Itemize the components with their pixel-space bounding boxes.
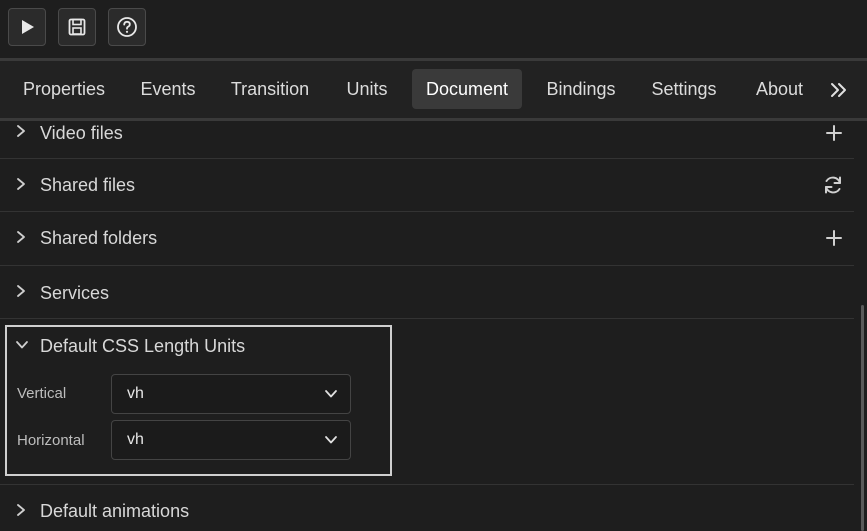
section-title: Services <box>40 283 110 303</box>
play-icon <box>22 20 34 34</box>
document-sections: Video files Shared files Shared folders <box>0 121 854 531</box>
section-title: Default animations <box>40 501 190 521</box>
section-title: Default CSS Length Units <box>40 336 246 356</box>
tab-document[interactable]: Document <box>412 69 522 109</box>
toolbar <box>0 0 867 58</box>
vertical-unit-select[interactable]: vh <box>111 374 351 414</box>
horizontal-label: Horizontal <box>17 432 85 449</box>
chevron-right-icon <box>17 125 25 137</box>
save-button[interactable] <box>58 8 96 46</box>
tabs-overflow-button[interactable] <box>828 79 850 101</box>
refresh-icon[interactable] <box>822 174 844 196</box>
tab-events[interactable]: Events <box>130 69 206 109</box>
select-value: vh <box>127 431 144 448</box>
section-default-css-length-units: Default CSS Length Units Vertical vh Hor… <box>5 325 392 476</box>
select-value: vh <box>127 385 144 402</box>
chevron-right-icon <box>17 231 25 243</box>
tab-transition[interactable]: Transition <box>219 69 321 109</box>
chevron-right-icon <box>17 504 25 516</box>
section-title: Video files <box>40 123 123 143</box>
tab-bindings[interactable]: Bindings <box>535 69 627 109</box>
double-chevron-right-icon <box>831 83 846 97</box>
section-title: Shared folders <box>40 228 158 248</box>
horizontal-unit-select[interactable]: vh <box>111 420 351 460</box>
section-shared-folders[interactable]: Shared folders <box>0 212 854 266</box>
chevron-down-icon <box>325 436 337 444</box>
chevron-right-icon <box>17 178 25 190</box>
section-video-files[interactable]: Video files <box>0 121 854 159</box>
chevron-down-icon <box>325 390 337 398</box>
section-services[interactable]: Services <box>0 266 854 319</box>
section-shared-files[interactable]: Shared files <box>0 159 854 212</box>
section-title: Shared files <box>40 175 136 195</box>
chevron-down-icon <box>16 341 28 349</box>
section-default-animations[interactable]: Default animations <box>0 485 854 531</box>
help-button[interactable] <box>108 8 146 46</box>
tab-about[interactable]: About <box>742 69 817 109</box>
tab-properties[interactable]: Properties <box>10 69 118 109</box>
tab-settings[interactable]: Settings <box>640 69 728 109</box>
help-icon <box>117 17 137 37</box>
save-icon <box>68 18 86 36</box>
plus-icon[interactable] <box>824 228 844 248</box>
vertical-label: Vertical <box>17 385 67 402</box>
play-button[interactable] <box>8 8 46 46</box>
scrollbar[interactable] <box>861 305 864 531</box>
tab-units[interactable]: Units <box>334 69 400 109</box>
tab-bar: Properties Events Transition Units Docum… <box>0 61 867 118</box>
plus-icon[interactable] <box>824 123 844 143</box>
section-header[interactable]: Default CSS Length Units <box>7 327 390 363</box>
chevron-right-icon <box>17 285 25 297</box>
